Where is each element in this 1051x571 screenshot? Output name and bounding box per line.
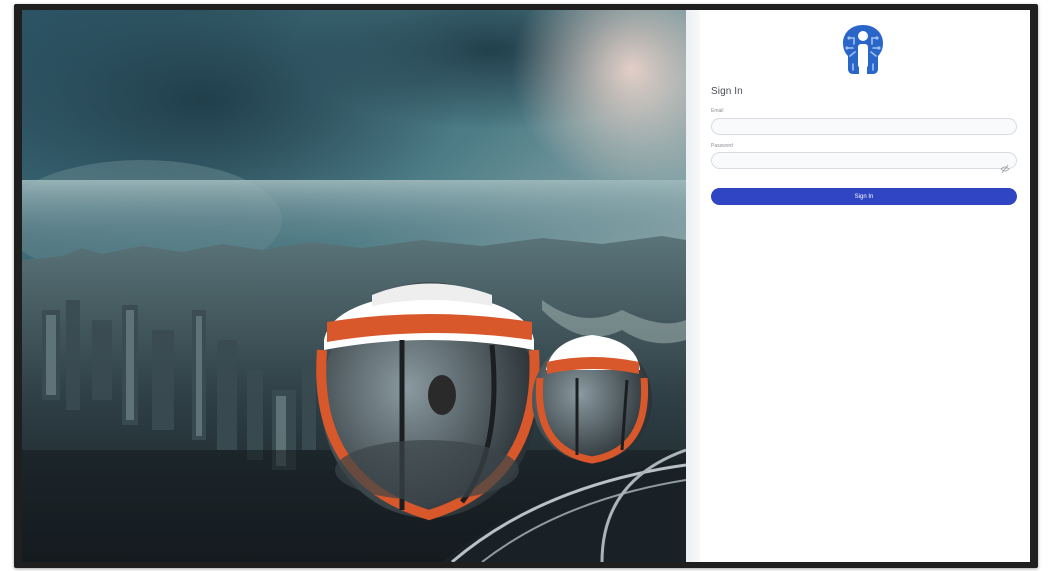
hero-photo (22, 10, 686, 562)
email-label: Email (711, 108, 724, 114)
eye-off-icon[interactable] (999, 163, 1011, 175)
hero-image (22, 10, 686, 562)
email-field[interactable] (711, 118, 1017, 135)
login-panel: Sign In Email Password Sign In (686, 10, 1030, 562)
sign-in-title: Sign In (711, 86, 743, 97)
page: Sign In Email Password Sign In (0, 0, 1051, 571)
brain-head-logo-icon (839, 22, 887, 76)
password-label: Password (711, 143, 733, 149)
screen: Sign In Email Password Sign In (22, 10, 1030, 562)
panel-divider (686, 10, 700, 562)
password-field[interactable] (711, 152, 1017, 169)
sign-in-button[interactable]: Sign In (711, 188, 1017, 205)
